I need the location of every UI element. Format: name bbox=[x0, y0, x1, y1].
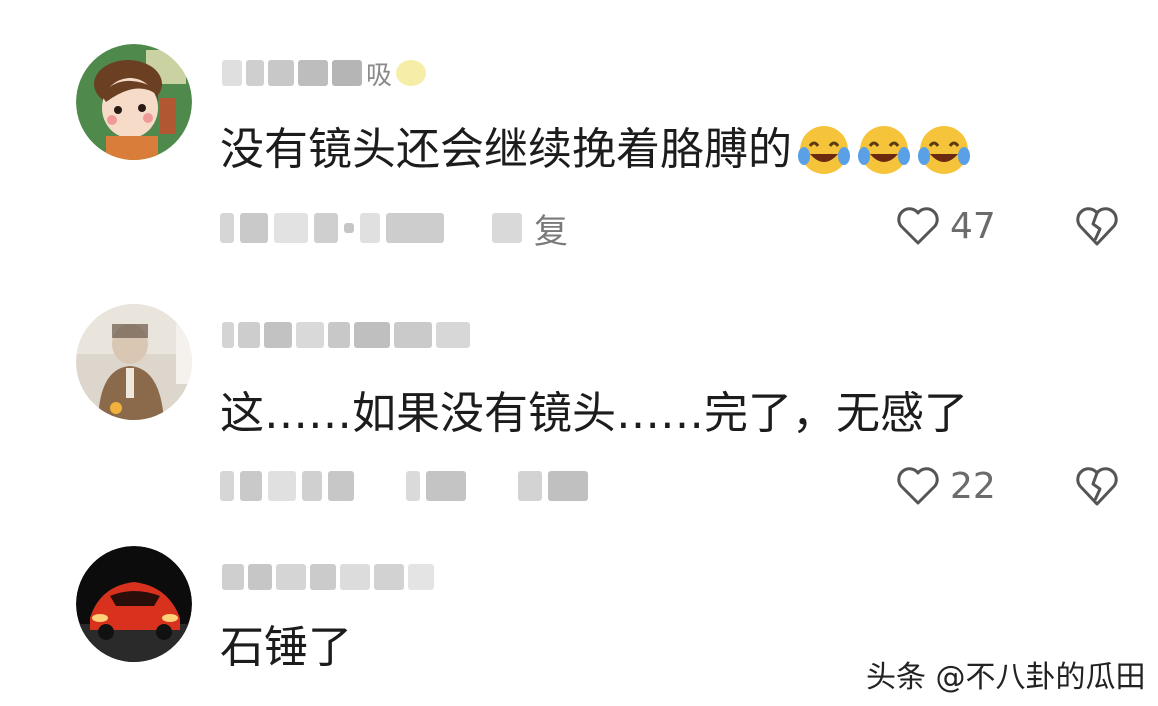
comment-meta bbox=[220, 464, 588, 508]
avatar-red-car-image bbox=[76, 546, 192, 662]
avatar[interactable] bbox=[76, 304, 192, 420]
comments-page: 吸 没有镜头还会继续挽着胳膊的 复 47 这……如果没有镜头……完了，无感了 2… bbox=[0, 0, 1158, 706]
like-button[interactable]: 22 bbox=[896, 464, 996, 508]
watermark: 头条 @不八卦的瓜田 bbox=[866, 660, 1146, 695]
laughing-crying-emoji-icon bbox=[918, 126, 970, 174]
heart-outline-icon bbox=[897, 467, 939, 505]
username[interactable]: 吸 bbox=[222, 56, 427, 91]
laughing-crying-emoji-icon bbox=[858, 126, 910, 174]
username[interactable] bbox=[222, 318, 470, 352]
avatar[interactable] bbox=[76, 44, 192, 160]
avatar-child-photo-image bbox=[76, 304, 192, 420]
comment-text: 石锤了 bbox=[220, 622, 352, 673]
username[interactable] bbox=[222, 560, 434, 594]
like-count: 47 bbox=[950, 205, 996, 247]
broken-heart-icon[interactable] bbox=[1075, 204, 1119, 248]
username-emoji-icon bbox=[396, 60, 427, 86]
like-button[interactable]: 47 bbox=[896, 204, 996, 248]
comment-meta: 复 bbox=[220, 204, 568, 253]
avatar[interactable] bbox=[76, 546, 192, 662]
reply-button[interactable]: 复 bbox=[534, 204, 568, 253]
like-count: 22 bbox=[950, 465, 996, 507]
heart-outline-icon bbox=[897, 207, 939, 245]
username-visible-char: 吸 bbox=[366, 60, 393, 91]
avatar-cartoon-girl-image bbox=[76, 44, 192, 160]
comment-text: 这……如果没有镜头……完了，无感了 bbox=[220, 388, 968, 439]
comment-text: 没有镜头还会继续挽着胳膊的 bbox=[220, 122, 972, 178]
laughing-crying-emoji-icon bbox=[798, 126, 850, 174]
broken-heart-icon[interactable] bbox=[1075, 464, 1119, 508]
